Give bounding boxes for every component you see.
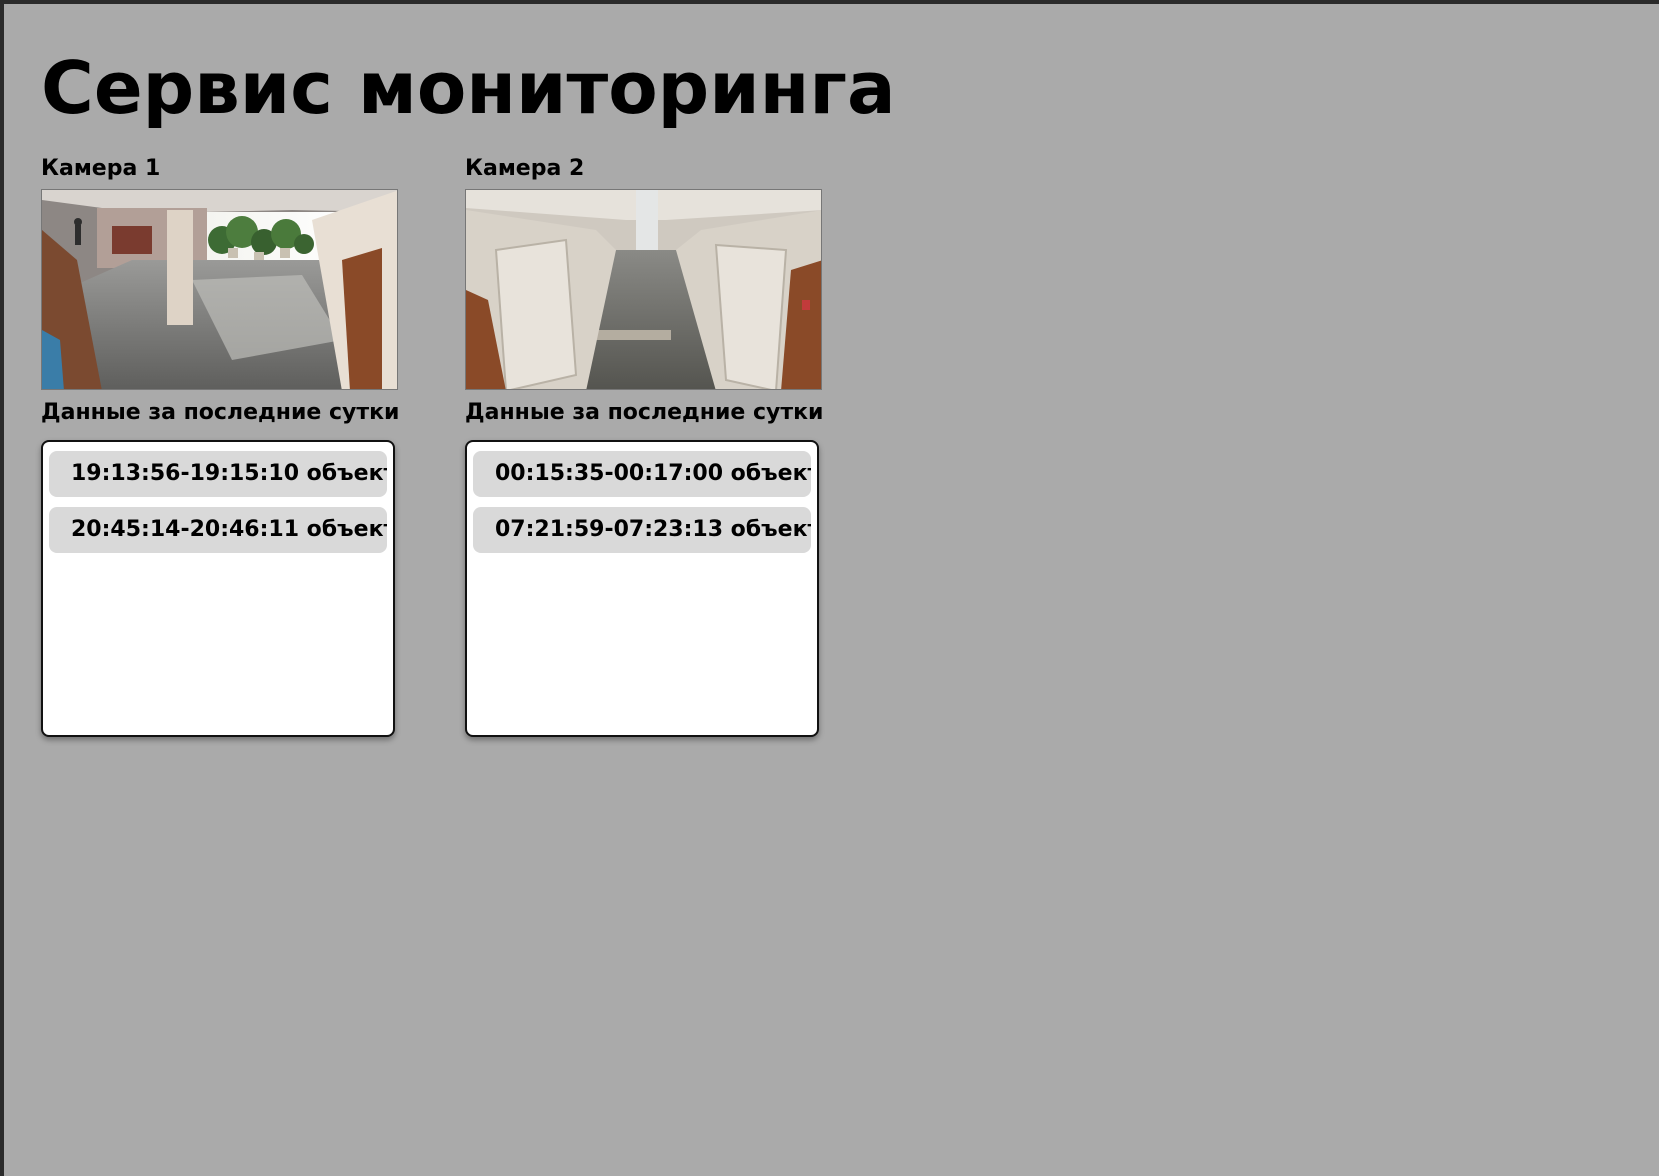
history-label: Данные за последние сутки — [41, 400, 400, 425]
corridor-feed-image — [466, 190, 821, 389]
lobby-feed-image — [42, 190, 397, 389]
camera-label: Камера 1 — [41, 156, 161, 181]
event-item[interactable]: 00:15:35-00:17:00 объект 1 — [473, 451, 811, 497]
camera-feed-2[interactable] — [465, 189, 822, 390]
page-title: Сервис мониторинга — [41, 46, 896, 130]
page: Сервис мониторинга Камера 1 Данные за по… — [4, 4, 1659, 1176]
history-label: Данные за последние сутки — [465, 400, 824, 425]
event-item[interactable]: 07:21:59-07:23:13 объект 2 — [473, 507, 811, 553]
events-list-camera-1[interactable]: 19:13:56-19:15:10 объект 1 20:45:14-20:4… — [41, 440, 395, 737]
event-item[interactable]: 20:45:14-20:46:11 объект 2 — [49, 507, 387, 553]
camera-feed-1[interactable] — [41, 189, 398, 390]
camera-label: Камера 2 — [465, 156, 585, 181]
event-item[interactable]: 19:13:56-19:15:10 объект 1 — [49, 451, 387, 497]
camera-card-2: Камера 2 Данные за последние сутки 00:15… — [465, 154, 825, 737]
events-list-camera-2[interactable]: 00:15:35-00:17:00 объект 1 07:21:59-07:2… — [465, 440, 819, 737]
camera-card-1: Камера 1 Данные за последние сутки 19:13… — [41, 154, 401, 737]
